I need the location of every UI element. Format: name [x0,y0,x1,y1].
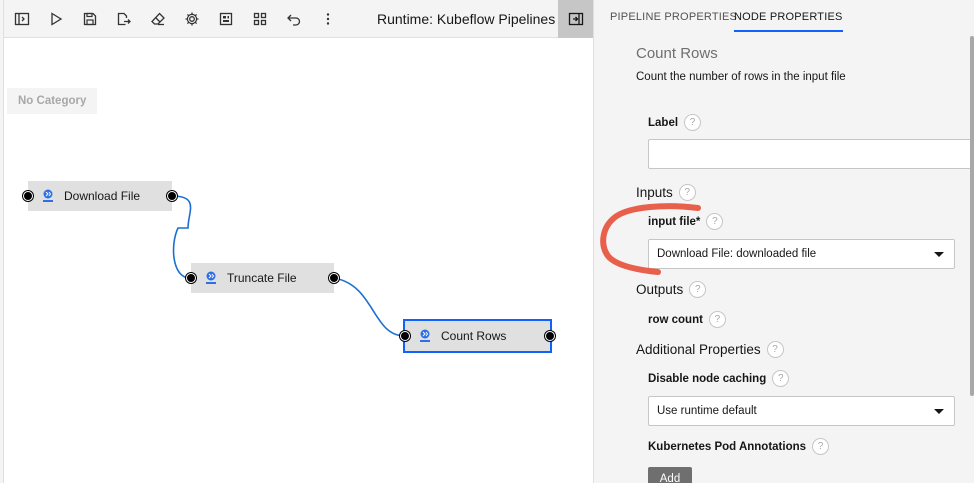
node-label: Count Rows [441,329,507,343]
row-count-label: row count ? [648,311,726,328]
node-label: Truncate File [227,271,297,285]
tab-pipeline-properties[interactable]: PIPELINE PROPERTIES [610,11,737,23]
pipeline-node-truncate-file[interactable]: Truncate File [191,263,334,293]
label-text: row count [648,313,703,326]
node-title: Count Rows [636,45,718,62]
scrollbar[interactable] [970,36,974,396]
node-input-port[interactable] [23,191,33,201]
caret-down-icon [934,409,944,414]
section-text: Additional Properties [636,342,761,357]
node-description: Count the number of rows in the input fi… [636,71,846,83]
node-label: Download File [64,189,141,203]
help-icon[interactable]: ? [678,184,696,201]
node-input-port[interactable] [186,273,196,283]
kubeflow-icon [417,328,433,344]
label-text: Label [648,116,679,129]
help-icon[interactable]: ? [772,370,790,387]
node-output-port[interactable] [167,191,177,201]
k8s-annotations-label: Kubernetes Pod Annotations ? [648,438,830,455]
caret-down-icon [934,252,944,257]
label-field-label: Label ? [648,114,702,131]
inputs-section-label: Inputs ? [636,184,696,201]
pipeline-node-count-rows[interactable]: Count Rows [403,319,552,353]
additional-properties-label: Additional Properties ? [636,341,784,358]
pipeline-node-download-file[interactable]: Download File [28,181,172,211]
section-text: Inputs [636,185,673,200]
select-value: Download File: downloaded file [657,248,817,260]
help-icon[interactable]: ? [812,438,830,455]
outputs-section-label: Outputs ? [636,281,707,298]
input-file-label: input file* ? [648,213,724,230]
node-input-port[interactable] [400,331,410,341]
help-icon[interactable]: ? [766,341,784,358]
node-output-port[interactable] [545,331,555,341]
section-text: Outputs [636,282,684,297]
label-input[interactable] [648,139,974,169]
label-text: Disable node caching [648,372,767,385]
kubeflow-icon [40,188,56,204]
node-output-port[interactable] [329,273,339,283]
label-text: input file* [648,215,701,228]
select-value: Use runtime default [657,405,757,417]
disable-caching-select[interactable]: Use runtime default [648,396,955,426]
input-file-select[interactable]: Download File: downloaded file [648,239,955,269]
label-text: Kubernetes Pod Annotations [648,440,807,453]
help-icon[interactable]: ? [708,311,726,328]
properties-panel: PIPELINE PROPERTIES NODE PROPERTIES Coun… [594,0,974,483]
tab-node-properties[interactable]: NODE PROPERTIES [734,11,843,32]
kubeflow-icon [203,270,219,286]
help-icon[interactable]: ? [706,213,724,230]
node-links [171,195,406,337]
help-icon[interactable]: ? [684,114,702,131]
help-icon[interactable]: ? [689,281,707,298]
add-button[interactable]: Add [648,467,692,483]
pipeline-editor: Runtime: Kubeflow Pipelines No Category … [0,0,593,483]
link-truncate-to-count [333,277,406,337]
link-download-to-truncate [171,195,192,279]
app-root: Runtime: Kubeflow Pipelines No Category … [0,0,974,483]
disable-caching-label: Disable node caching ? [648,370,790,387]
